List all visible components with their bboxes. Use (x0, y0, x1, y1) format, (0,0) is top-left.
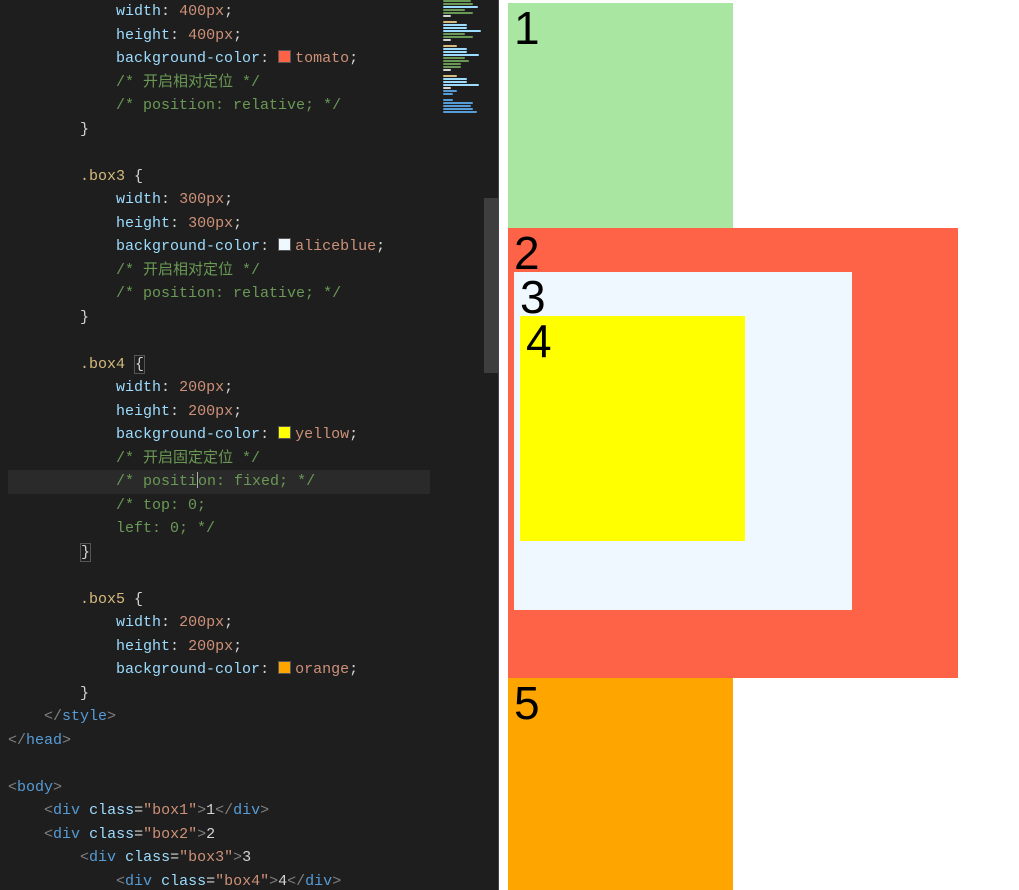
code-line[interactable]: width: 200px; (8, 611, 430, 635)
code-line[interactable]: width: 200px; (8, 376, 430, 400)
code-line[interactable]: </head> (8, 729, 430, 753)
minimap-line (443, 111, 477, 113)
minimap-line (443, 63, 461, 65)
code-line[interactable] (8, 752, 430, 776)
code-line[interactable]: height: 300px; (8, 212, 430, 236)
minimap-line (443, 93, 453, 95)
code-line[interactable]: width: 400px; (8, 0, 430, 24)
minimap-line (443, 51, 467, 53)
minimap-line (443, 45, 457, 47)
minimap-line (443, 39, 451, 41)
code-line[interactable]: <div class="box2">2 (8, 823, 430, 847)
code-line[interactable]: <div class="box1">1</div> (8, 799, 430, 823)
code-line[interactable]: /* 开启相对定位 */ (8, 71, 430, 95)
code-line[interactable]: <div class="box3">3 (8, 846, 430, 870)
minimap-line (443, 27, 467, 29)
scrollbar-thumb[interactable] (484, 198, 498, 373)
minimap-line (443, 105, 471, 107)
minimap-line (443, 54, 479, 56)
minimap-line (443, 75, 457, 77)
code-line[interactable]: .box3 { (8, 165, 430, 189)
minimap-line (443, 9, 465, 11)
minimap-line (443, 36, 473, 38)
minimap-line (443, 48, 467, 50)
code-line[interactable]: /* 开启固定定位 */ (8, 447, 430, 471)
code-line[interactable]: /* position: relative; */ (8, 282, 430, 306)
minimap-line (443, 0, 471, 2)
preview-box-1: 1 (508, 3, 733, 228)
code-line[interactable]: height: 200px; (8, 400, 430, 424)
code-line[interactable]: /* position: relative; */ (8, 94, 430, 118)
code-line[interactable]: height: 400px; (8, 24, 430, 48)
preview-box-2: 2 3 4 (508, 228, 958, 678)
minimap[interactable] (438, 0, 498, 890)
minimap-line (443, 69, 451, 71)
minimap-line (443, 108, 473, 110)
code-line[interactable]: } (8, 541, 430, 565)
code-line[interactable]: } (8, 118, 430, 142)
minimap-line (443, 15, 451, 17)
code-line[interactable]: .box5 { (8, 588, 430, 612)
minimap-line (443, 60, 469, 62)
minimap-line (443, 33, 465, 35)
preview-box-4: 4 (520, 316, 745, 541)
code-line[interactable]: width: 300px; (8, 188, 430, 212)
code-line[interactable]: } (8, 682, 430, 706)
code-line[interactable] (8, 141, 430, 165)
editor-pane[interactable]: width: 400px; height: 400px; background-… (0, 0, 498, 890)
code-line[interactable]: background-color: orange; (8, 658, 430, 682)
code-line[interactable]: background-color: tomato; (8, 47, 430, 71)
minimap-line (443, 24, 467, 26)
minimap-line (443, 12, 473, 14)
preview-body: 1 2 3 4 5 (499, 0, 1019, 890)
minimap-line (443, 90, 457, 92)
minimap-line (443, 66, 461, 68)
browser-preview-pane[interactable]: 1 2 3 4 5 (498, 0, 1019, 890)
code-area[interactable]: width: 400px; height: 400px; background-… (0, 0, 438, 890)
code-line[interactable]: /* top: 0; (8, 494, 430, 518)
code-line[interactable]: /* 开启相对定位 */ (8, 259, 430, 283)
minimap-line (443, 102, 473, 104)
code-line[interactable]: } (8, 306, 430, 330)
preview-box-3: 3 4 (514, 272, 852, 610)
minimap-line (443, 6, 478, 8)
preview-box-5: 5 (508, 678, 733, 890)
code-line[interactable]: <div class="box4">4</div> (8, 870, 430, 890)
code-line[interactable]: /* position: fixed; */ (8, 470, 430, 494)
minimap-line (443, 81, 467, 83)
code-line[interactable]: .box4 { (8, 353, 430, 377)
minimap-line (443, 30, 481, 32)
code-line[interactable]: background-color: aliceblue; (8, 235, 430, 259)
code-line[interactable] (8, 329, 430, 353)
code-line[interactable]: left: 0; */ (8, 517, 430, 541)
minimap-line (443, 78, 467, 80)
code-line[interactable]: height: 200px; (8, 635, 430, 659)
minimap-line (443, 84, 479, 86)
minimap-line (443, 87, 451, 89)
minimap-line (443, 21, 457, 23)
minimap-line (443, 3, 473, 5)
code-line[interactable]: </style> (8, 705, 430, 729)
code-line[interactable]: background-color: yellow; (8, 423, 430, 447)
code-line[interactable] (8, 564, 430, 588)
code-line[interactable]: <body> (8, 776, 430, 800)
minimap-line (443, 99, 453, 101)
minimap-line (443, 57, 465, 59)
